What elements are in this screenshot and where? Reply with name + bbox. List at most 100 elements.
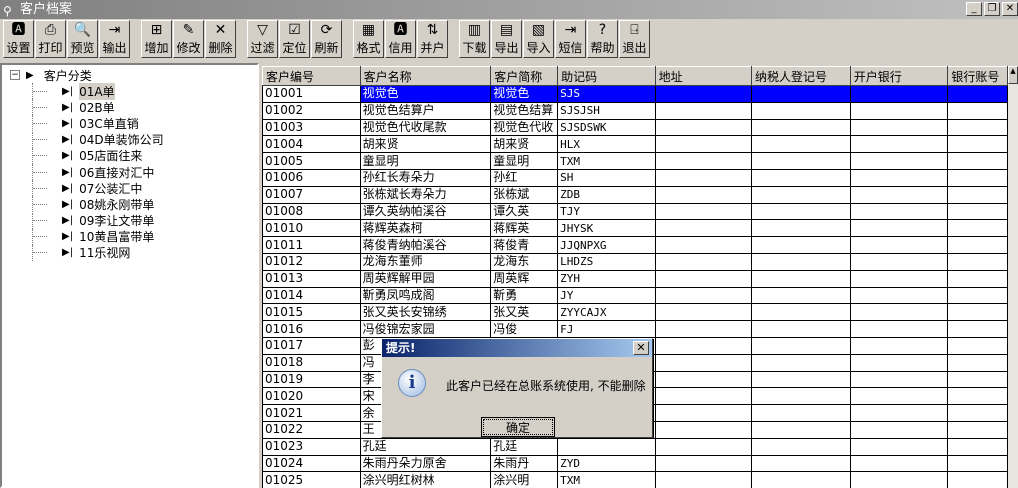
toolbar-button[interactable]: 🔍 预览 xyxy=(67,20,98,58)
table-cell[interactable] xyxy=(654,219,752,238)
table-cell[interactable] xyxy=(750,286,851,305)
table-cell[interactable] xyxy=(654,420,752,439)
table-cell[interactable]: 01010 xyxy=(262,219,361,238)
table-cell[interactable]: 视觉色 xyxy=(490,85,559,103)
table-cell[interactable] xyxy=(947,168,1008,187)
toolbar-button[interactable]: ⟳ 刷新 xyxy=(311,20,342,58)
table-cell[interactable] xyxy=(947,353,1008,372)
table-cell[interactable] xyxy=(750,185,851,204)
table-cell[interactable] xyxy=(947,252,1008,271)
table-cell[interactable] xyxy=(750,303,851,322)
table-cell[interactable]: LHDZS xyxy=(557,252,656,271)
table-cell[interactable] xyxy=(849,420,949,439)
table-cell[interactable]: 涂兴明红树林 xyxy=(359,471,492,488)
table-cell[interactable] xyxy=(947,303,1008,322)
table-cell[interactable] xyxy=(947,471,1008,488)
table-cell[interactable] xyxy=(947,118,1008,137)
table-cell[interactable]: 01024 xyxy=(262,454,361,473)
table-cell[interactable]: 孔廷 xyxy=(359,437,492,456)
table-cell[interactable]: 01020 xyxy=(262,387,361,406)
table-cell[interactable]: 周英辉解甲园 xyxy=(359,269,492,288)
table-cell[interactable]: ZYD xyxy=(557,454,656,473)
table-cell[interactable]: 01015 xyxy=(262,303,361,322)
tree-item[interactable]: ▶| 10黄昌富带单 xyxy=(10,228,249,245)
table-cell[interactable] xyxy=(750,320,851,338)
table-cell[interactable] xyxy=(654,387,752,406)
table-cell[interactable] xyxy=(849,320,949,338)
tree-item[interactable]: ▶| 07公装汇中 xyxy=(10,180,249,197)
table-cell[interactable] xyxy=(750,118,851,137)
table-row[interactable]: 01005 童显明 童显明 TXM xyxy=(262,152,1008,170)
table-cell[interactable] xyxy=(947,370,1008,389)
table-cell[interactable]: SJS xyxy=(557,85,656,103)
toolbar-button[interactable]: 🅰 信用 xyxy=(385,20,416,58)
table-cell[interactable]: 孙红长寿朵力 xyxy=(359,168,492,187)
table-cell[interactable] xyxy=(654,286,752,305)
table-cell[interactable] xyxy=(849,370,949,389)
table-cell[interactable]: JJQNPXG xyxy=(557,236,656,254)
toolbar-button[interactable]: ⊞ 增加 xyxy=(141,20,172,58)
table-cell[interactable] xyxy=(849,135,949,154)
table-cell[interactable] xyxy=(947,454,1008,473)
table-cell[interactable]: 童显明 xyxy=(359,152,492,170)
column-header[interactable]: 地址 xyxy=(654,66,752,86)
tree-item[interactable]: ▶| 09李让文带单 xyxy=(10,212,249,229)
table-cell[interactable]: FJ xyxy=(557,320,656,338)
table-cell[interactable] xyxy=(849,152,949,170)
table-cell[interactable]: 龙海东 xyxy=(490,252,559,271)
table-cell[interactable]: 01023 xyxy=(262,437,361,456)
tree-item[interactable]: ▶| 04D单装饰公司 xyxy=(10,131,249,148)
table-cell[interactable]: SJSJSH xyxy=(557,101,656,120)
table-cell[interactable] xyxy=(849,85,949,103)
tree-item[interactable]: ▶| 03C单直销 xyxy=(10,115,249,132)
toolbar-button[interactable]: ⇥ 短信 xyxy=(555,20,586,58)
table-cell[interactable] xyxy=(654,353,752,372)
table-cell[interactable]: 靳勇凤鸣成阁 xyxy=(359,286,492,305)
toolbar-button[interactable]: ▤ 导出 xyxy=(491,20,522,58)
column-header[interactable]: 纳税人登记号 xyxy=(750,66,851,86)
table-cell[interactable]: 01004 xyxy=(262,135,361,154)
table-cell[interactable] xyxy=(849,236,949,254)
table-cell[interactable] xyxy=(750,387,851,406)
table-cell[interactable]: JHYSK xyxy=(557,219,656,238)
table-cell[interactable]: 视觉色结算户 xyxy=(359,101,492,120)
table-cell[interactable] xyxy=(750,471,851,488)
table-cell[interactable] xyxy=(750,236,851,254)
table-cell[interactable]: 01012 xyxy=(262,252,361,271)
column-header[interactable]: 客户编号 xyxy=(262,66,361,86)
close-button[interactable]: ✕ xyxy=(1002,2,1018,16)
scroll-up-button[interactable]: ▲ xyxy=(1008,66,1018,84)
table-cell[interactable]: 孔廷 xyxy=(490,437,559,456)
table-cell[interactable] xyxy=(654,168,752,187)
table-cell[interactable]: 龙海东董师 xyxy=(359,252,492,271)
table-cell[interactable] xyxy=(849,252,949,271)
table-cell[interactable]: 01002 xyxy=(262,101,361,120)
table-row[interactable]: 01003 视觉色代收尾款 视觉色代收 SJSDSWK xyxy=(262,118,1008,137)
toolbar-button[interactable]: ▧ 导入 xyxy=(523,20,554,58)
table-row[interactable]: 01015 张又英长安锦绣 张又英 ZYYCAJX xyxy=(262,303,1008,322)
table-row[interactable]: 01004 胡来贤 胡来贤 HLX xyxy=(262,135,1008,154)
toolbar-button[interactable]: ✕ 删除 xyxy=(205,20,236,58)
table-row[interactable]: 01016 冯俊锦宏家园 冯俊 FJ xyxy=(262,320,1008,338)
table-cell[interactable]: 胡来贤 xyxy=(359,135,492,154)
table-cell[interactable]: 张又英长安锦绣 xyxy=(359,303,492,322)
vertical-scrollbar[interactable]: ▲ xyxy=(1008,66,1018,488)
table-cell[interactable]: 朱雨丹 xyxy=(490,454,559,473)
category-tree[interactable]: − ▶ 客户分类 ▶| 01A单 ▶| 02B单 ▶| 03C单直销 ▶| 04D单装饰公司 ▶… xyxy=(0,63,259,488)
table-cell[interactable] xyxy=(849,286,949,305)
table-cell[interactable]: 01021 xyxy=(262,404,361,422)
table-cell[interactable] xyxy=(654,471,752,488)
table-cell[interactable]: 蒋辉英森柯 xyxy=(359,219,492,238)
table-cell[interactable] xyxy=(654,101,752,120)
table-cell[interactable]: 01016 xyxy=(262,320,361,338)
toolbar-button[interactable]: ✎ 修改 xyxy=(173,20,204,58)
table-cell[interactable]: JY xyxy=(557,286,656,305)
toolbar-button[interactable]: ⍈ 退出 xyxy=(619,20,650,58)
table-row[interactable]: 01008 谭久英纳帕溪谷 谭久英 TJY xyxy=(262,202,1008,221)
tree-item[interactable]: ▶| 08姚永刚带单 xyxy=(10,196,249,213)
table-cell[interactable] xyxy=(654,336,752,355)
column-header[interactable]: 银行账号 xyxy=(947,66,1008,86)
table-cell[interactable] xyxy=(654,135,752,154)
table-cell[interactable]: 01017 xyxy=(262,336,361,355)
table-cell[interactable] xyxy=(849,404,949,422)
